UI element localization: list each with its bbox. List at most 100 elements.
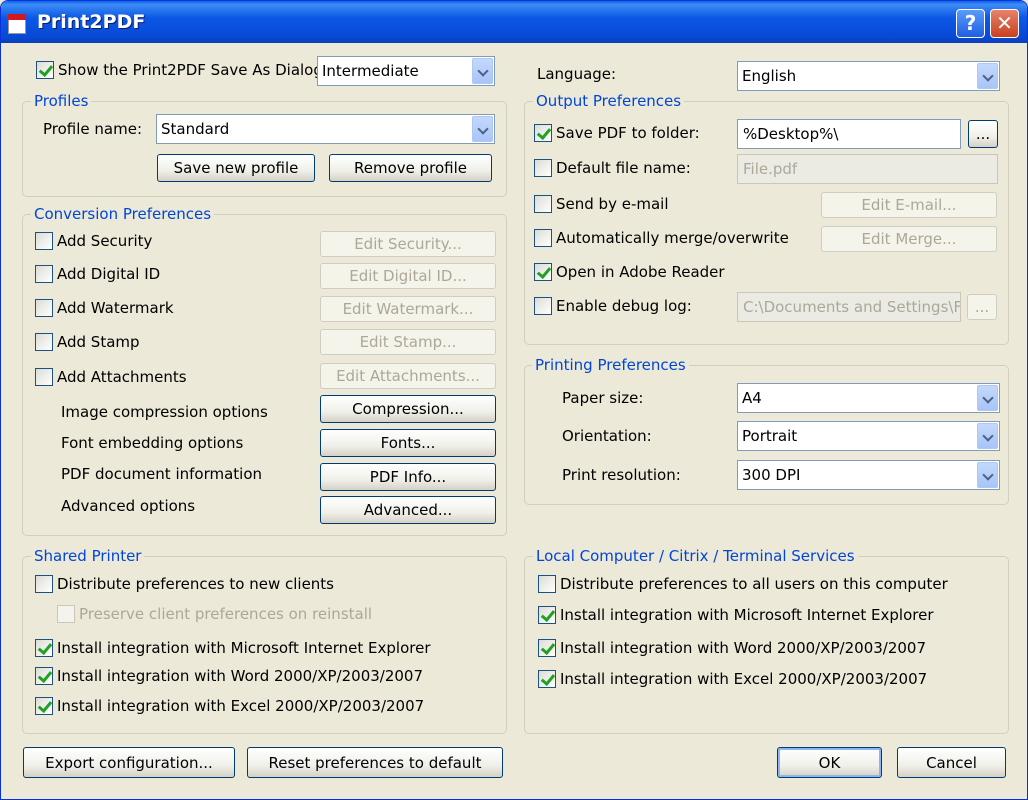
- orientation-dropdown[interactable]: Portrait: [737, 421, 1000, 451]
- open-adobe-reader-checkbox[interactable]: Open in Adobe Reader: [534, 263, 725, 281]
- checkbox-box[interactable]: [534, 159, 552, 177]
- pdf-app-icon: [8, 14, 26, 34]
- orientation-label: Orientation:: [562, 427, 652, 445]
- default-file-name-field[interactable]: File.pdf: [737, 154, 998, 184]
- reset-preferences-button[interactable]: Reset preferences to default: [247, 747, 503, 778]
- paper-size-dropdown[interactable]: A4: [737, 383, 1000, 413]
- checkbox-box[interactable]: [534, 124, 552, 142]
- checkbox-box[interactable]: [35, 639, 53, 657]
- fonts-button[interactable]: Fonts...: [320, 429, 496, 457]
- auto-merge-checkbox[interactable]: Automatically merge/overwrite: [534, 229, 789, 247]
- add-security-checkbox[interactable]: Add Security: [35, 232, 152, 250]
- debug-log-path-field[interactable]: C:\Documents and Settings\F: [737, 292, 961, 322]
- language-label: Language:: [537, 65, 617, 83]
- chevron-down-icon[interactable]: [472, 58, 493, 84]
- print-resolution-value: 300 DPI: [742, 466, 801, 484]
- checkbox-box[interactable]: [538, 670, 556, 688]
- language-dropdown[interactable]: English: [737, 61, 1000, 91]
- show-save-as-dialog-checkbox[interactable]: Show the Print2PDF Save As Dialog: [36, 61, 323, 79]
- print2pdf-dialog: Print2PDF ? ✕ Show the Print2PDF Save As…: [0, 0, 1028, 800]
- checkbox-box[interactable]: [534, 263, 552, 281]
- save-new-profile-button[interactable]: Save new profile: [157, 154, 315, 182]
- edit-stamp-button[interactable]: Edit Stamp...: [320, 329, 496, 355]
- edit-merge-button[interactable]: Edit Merge...: [821, 226, 997, 252]
- cancel-button[interactable]: Cancel: [897, 747, 1006, 778]
- print-resolution-label: Print resolution:: [562, 466, 681, 484]
- distribute-all-users-checkbox[interactable]: Distribute preferences to all users on t…: [538, 575, 948, 593]
- show-save-as-dialog-label: Show the Print2PDF Save As Dialog: [58, 61, 323, 79]
- local-computer-title: Local Computer / Citrix / Terminal Servi…: [533, 547, 858, 565]
- shared-printer-title: Shared Printer: [31, 547, 145, 565]
- checkbox-box[interactable]: [538, 639, 556, 657]
- browse-debug-log-button[interactable]: ...: [967, 294, 997, 320]
- title-bar[interactable]: Print2PDF ? ✕: [1, 1, 1027, 43]
- chevron-down-icon[interactable]: [977, 385, 998, 411]
- checkbox-box[interactable]: [35, 333, 53, 351]
- edit-watermark-button[interactable]: Edit Watermark...: [320, 296, 496, 322]
- default-file-name-checkbox[interactable]: Default file name:: [534, 159, 691, 177]
- checkbox-box[interactable]: [35, 667, 53, 685]
- edit-attachments-button[interactable]: Edit Attachments...: [320, 363, 496, 389]
- pdf-document-info-label: PDF document information: [61, 465, 263, 483]
- chevron-down-icon[interactable]: [977, 63, 998, 89]
- send-email-checkbox[interactable]: Send by e-mail: [534, 195, 669, 213]
- local-word-integration-checkbox[interactable]: Install integration with Word 2000/XP/20…: [538, 639, 926, 657]
- checkbox-box[interactable]: [35, 575, 53, 593]
- local-ie-integration-checkbox[interactable]: Install integration with Microsoft Inter…: [538, 606, 934, 624]
- compression-button[interactable]: Compression...: [320, 395, 496, 423]
- checkbox-box[interactable]: [538, 575, 556, 593]
- distribute-new-clients-checkbox[interactable]: Distribute preferences to new clients: [35, 575, 334, 593]
- paper-size-label: Paper size:: [562, 389, 644, 407]
- shared-ie-integration-checkbox[interactable]: Install integration with Microsoft Inter…: [35, 639, 431, 657]
- enable-debug-log-checkbox[interactable]: Enable debug log:: [534, 297, 692, 315]
- add-stamp-checkbox[interactable]: Add Stamp: [35, 333, 140, 351]
- checkbox-box[interactable]: [35, 232, 53, 250]
- local-excel-integration-checkbox[interactable]: Install integration with Excel 2000/XP/2…: [538, 670, 927, 688]
- checkbox-box[interactable]: [57, 605, 75, 623]
- checkbox-box[interactable]: [534, 297, 552, 315]
- save-to-folder-checkbox[interactable]: Save PDF to folder:: [534, 124, 700, 142]
- remove-profile-button[interactable]: Remove profile: [329, 154, 492, 182]
- save-folder-field[interactable]: %Desktop%\: [737, 119, 961, 149]
- level-dropdown[interactable]: Intermediate: [317, 56, 495, 86]
- profile-name-dropdown[interactable]: Standard: [156, 114, 495, 144]
- edit-security-button[interactable]: Edit Security...: [320, 231, 496, 257]
- pdf-info-button[interactable]: PDF Info...: [320, 463, 496, 491]
- checkbox-box[interactable]: [36, 61, 54, 79]
- add-stamp-label: Add Stamp: [57, 333, 140, 351]
- shared-word-integration-checkbox[interactable]: Install integration with Word 2000/XP/20…: [35, 667, 423, 685]
- advanced-button[interactable]: Advanced...: [320, 496, 496, 524]
- edit-digital-id-button[interactable]: Edit Digital ID...: [320, 263, 496, 289]
- browse-folder-button[interactable]: ...: [968, 120, 998, 148]
- open-adobe-reader-label: Open in Adobe Reader: [556, 263, 725, 281]
- checkbox-box[interactable]: [35, 299, 53, 317]
- shared-word-integration-label: Install integration with Word 2000/XP/20…: [57, 667, 424, 685]
- ok-button[interactable]: OK: [777, 747, 882, 778]
- checkbox-box[interactable]: [35, 697, 53, 715]
- checkbox-box[interactable]: [538, 606, 556, 624]
- add-watermark-checkbox[interactable]: Add Watermark: [35, 299, 174, 317]
- output-preferences-title: Output Preferences: [533, 92, 685, 110]
- chevron-down-icon[interactable]: [977, 462, 998, 488]
- add-digital-id-checkbox[interactable]: Add Digital ID: [35, 265, 160, 283]
- add-watermark-label: Add Watermark: [57, 299, 174, 317]
- add-security-label: Add Security: [57, 232, 153, 250]
- add-attachments-label: Add Attachments: [57, 368, 187, 386]
- preserve-client-prefs-checkbox[interactable]: Preserve client preferences on reinstall: [57, 605, 372, 623]
- default-file-name-label: Default file name:: [556, 159, 691, 177]
- checkbox-box[interactable]: [35, 265, 53, 283]
- chevron-down-icon[interactable]: [472, 116, 493, 142]
- checkbox-box[interactable]: [534, 195, 552, 213]
- shared-excel-integration-checkbox[interactable]: Install integration with Excel 2000/XP/2…: [35, 697, 424, 715]
- level-value: Intermediate: [322, 62, 419, 80]
- help-button[interactable]: ?: [956, 9, 985, 38]
- add-attachments-checkbox[interactable]: Add Attachments: [35, 368, 187, 386]
- checkbox-box[interactable]: [35, 368, 53, 386]
- close-button[interactable]: ✕: [990, 9, 1019, 38]
- export-configuration-button[interactable]: Export configuration...: [23, 747, 235, 778]
- distribute-new-clients-label: Distribute preferences to new clients: [57, 575, 334, 593]
- edit-email-button[interactable]: Edit E-mail...: [821, 192, 997, 218]
- chevron-down-icon[interactable]: [977, 423, 998, 449]
- checkbox-box[interactable]: [534, 229, 552, 247]
- print-resolution-dropdown[interactable]: 300 DPI: [737, 460, 1000, 490]
